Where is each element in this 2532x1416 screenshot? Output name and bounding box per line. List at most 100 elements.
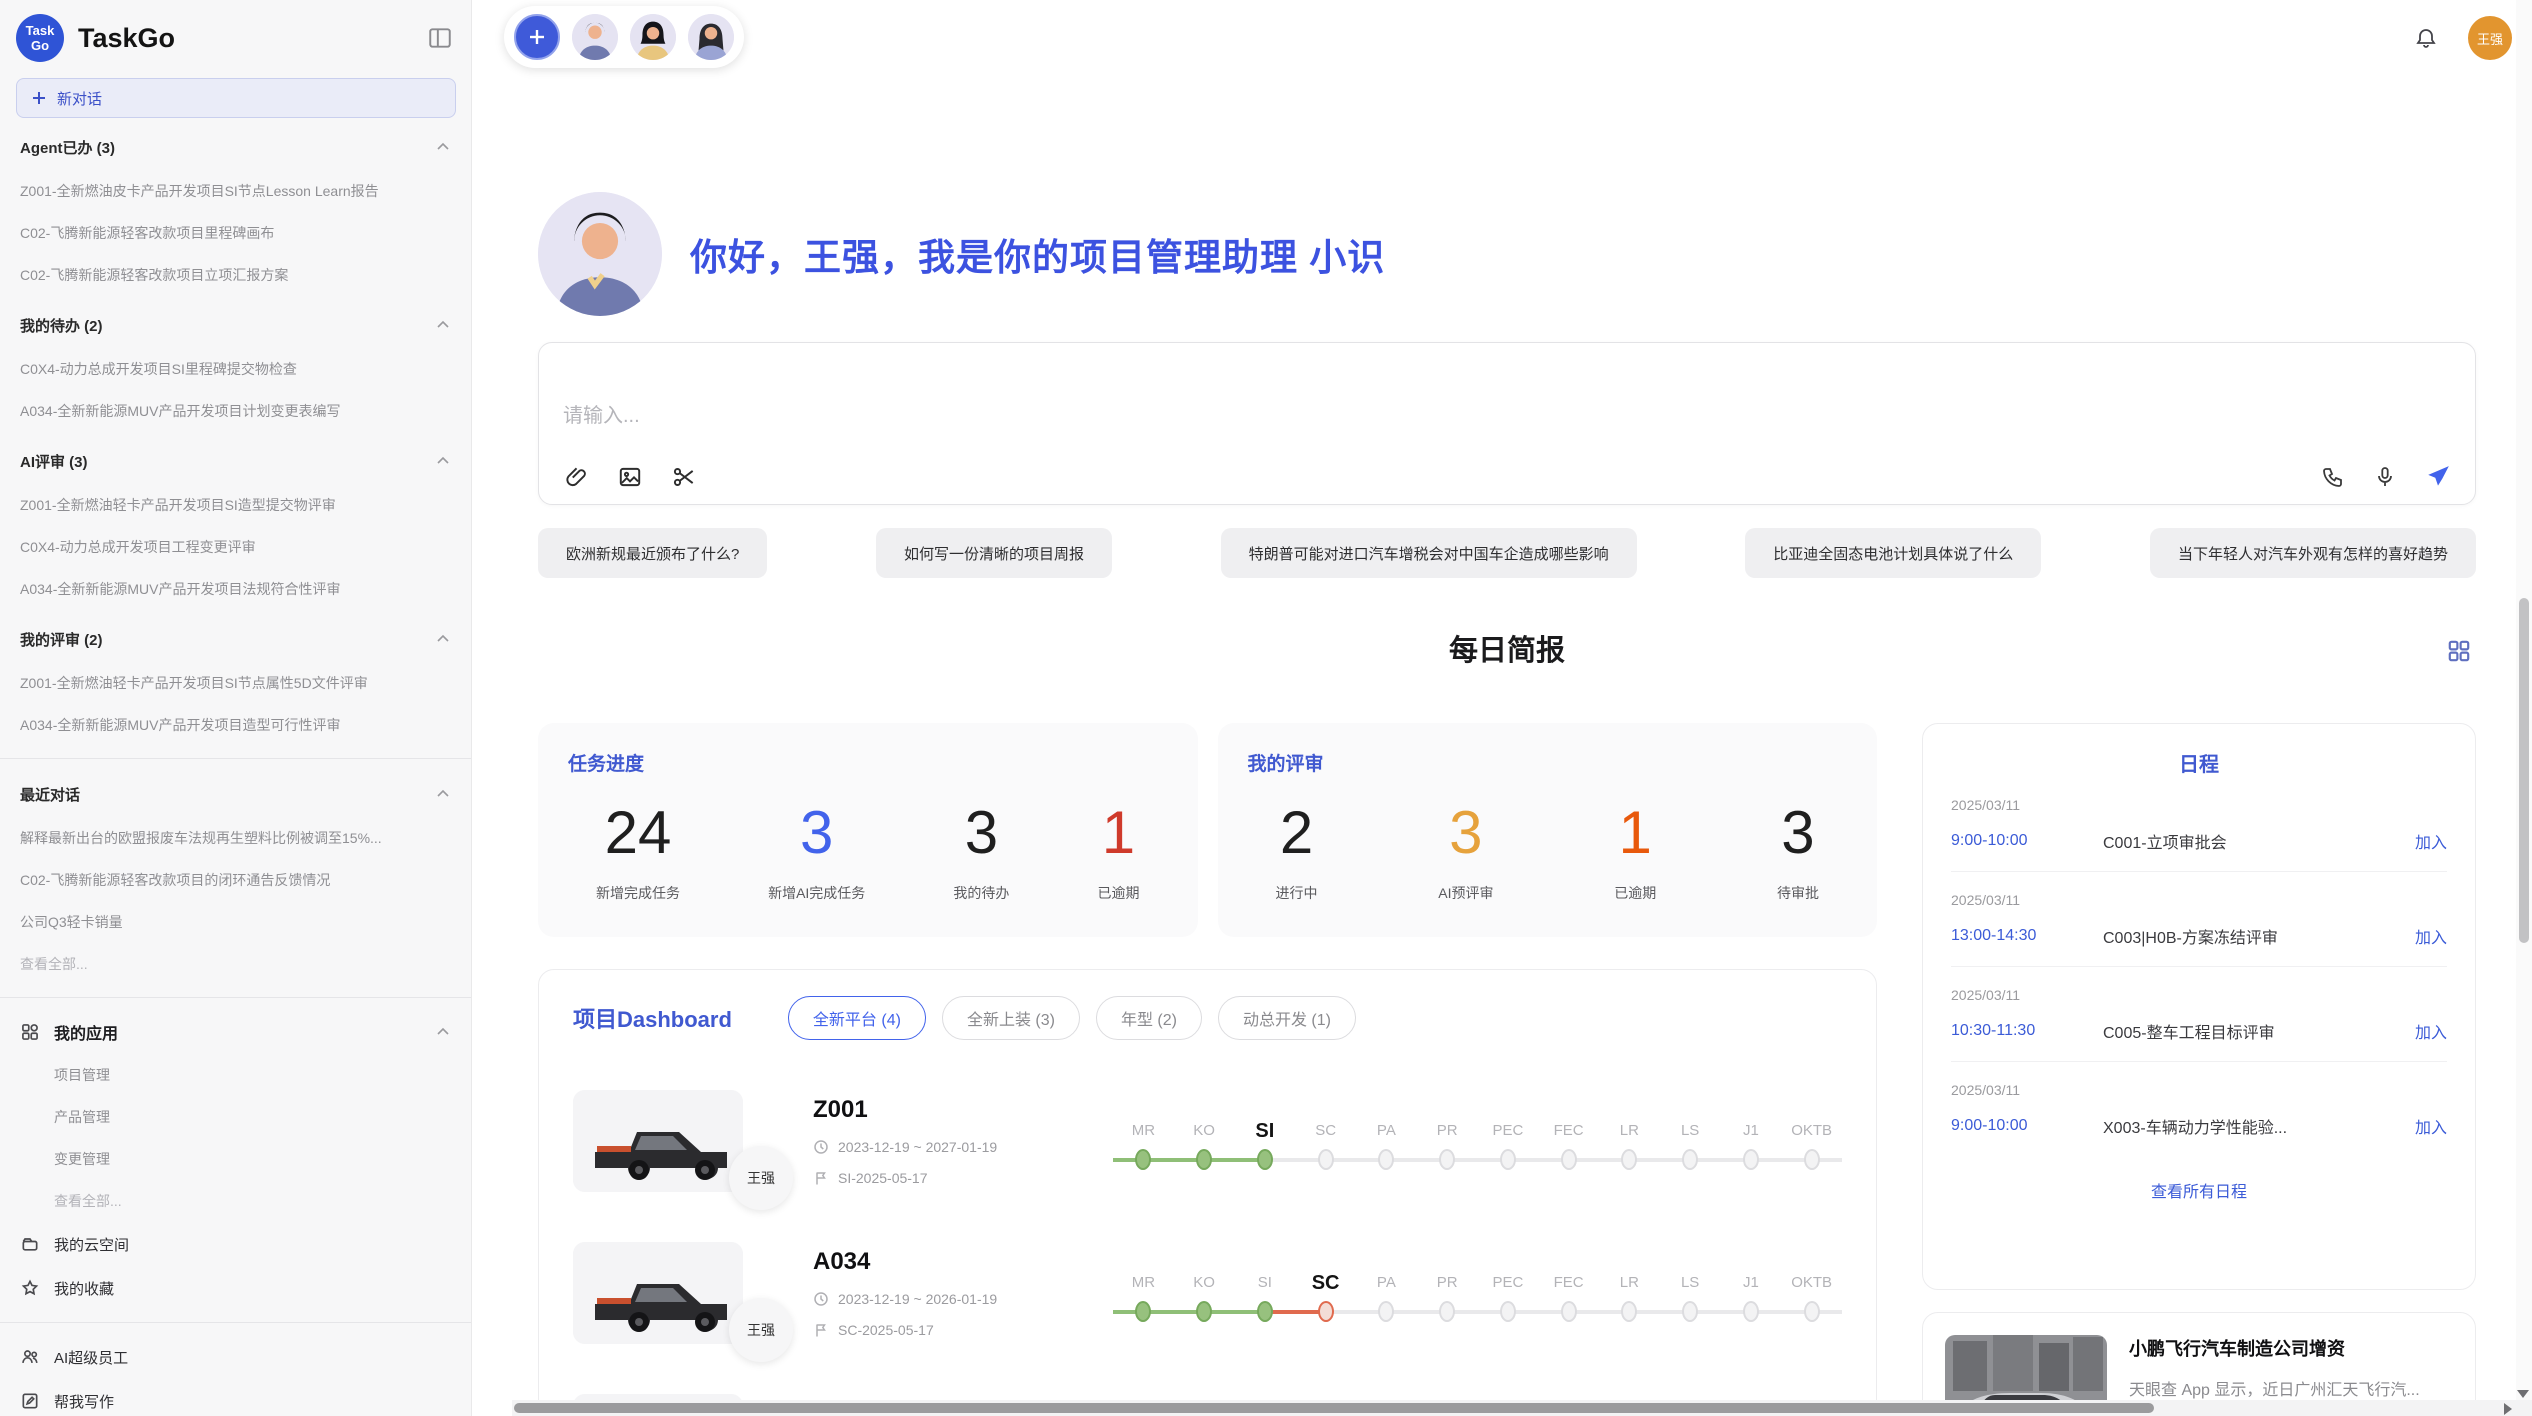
sidebar-item-cloud-space[interactable]: 我的云空间	[0, 1222, 471, 1266]
suggestion-chip[interactable]: 如何写一份清晰的项目周报	[876, 528, 1112, 578]
milestone-dot[interactable]	[1682, 1301, 1698, 1322]
dashboard-tab[interactable]: 动总开发 (1)	[1218, 996, 1356, 1040]
scissors-icon[interactable]	[671, 464, 697, 490]
mic-icon[interactable]	[2373, 465, 2397, 489]
milestone[interactable]: PEC	[1478, 1267, 1539, 1325]
sidebar-section-header[interactable]: 我的评审 (2)	[0, 616, 471, 662]
milestone-dot[interactable]	[1318, 1301, 1334, 1322]
sidebar-item[interactable]: C0X4-动力总成开发项目工程变更评审	[0, 526, 471, 568]
sidebar-item[interactable]: A034-全新新能源MUV产品开发项目计划变更表编写	[0, 390, 471, 432]
sidebar-item-my-apps[interactable]: 我的应用	[0, 1010, 471, 1054]
milestone-dot[interactable]	[1439, 1301, 1455, 1322]
milestone[interactable]: PA	[1356, 1267, 1417, 1325]
milestone[interactable]: KO	[1174, 1267, 1235, 1325]
schedule-entry[interactable]: 2025/03/1113:00-14:30C003|H0B-方案冻结评审加入	[1951, 872, 2447, 967]
milestone[interactable]: OKTB	[1781, 1267, 1842, 1325]
dashboard-tab[interactable]: 全新上装 (3)	[942, 996, 1080, 1040]
chevron-up-icon[interactable]	[435, 631, 451, 647]
schedule-join-link[interactable]: 加入	[2415, 1019, 2447, 1043]
sidebar-item[interactable]: Z001-全新燃油轻卡产品开发项目SI节点属性5D文件评审	[0, 662, 471, 704]
schedule-entry[interactable]: 2025/03/119:00-10:00X003-车辆动力学性能验...加入	[1951, 1062, 2447, 1156]
milestone-dot[interactable]	[1561, 1301, 1577, 1322]
sidebar-item[interactable]: Z001-全新燃油轻卡产品开发项目SI造型提交物评审	[0, 484, 471, 526]
milestone-dot[interactable]	[1378, 1301, 1394, 1322]
milestone[interactable]: J1	[1721, 1267, 1782, 1325]
project-row[interactable]: 王强 A034 2023-12-19 ~ 2026-01-19 SC-2025-…	[573, 1242, 1842, 1344]
milestone[interactable]: LR	[1599, 1115, 1660, 1173]
milestone[interactable]: SC	[1295, 1267, 1356, 1325]
chevron-up-icon[interactable]	[435, 317, 451, 333]
milestone[interactable]: MR	[1113, 1115, 1174, 1173]
view-all-schedule-link[interactable]: 查看所有日程	[1951, 1178, 2447, 1202]
scroll-right-arrow-icon[interactable]	[2504, 1403, 2512, 1415]
milestone[interactable]: OKTB	[1781, 1115, 1842, 1173]
sidebar-section-header[interactable]: 我的待办 (2)	[0, 302, 471, 348]
chevron-up-icon[interactable]	[435, 786, 451, 802]
horizontal-scrollbar[interactable]	[512, 1400, 2516, 1416]
horizontal-scrollbar-thumb[interactable]	[514, 1403, 2154, 1413]
stat-item[interactable]: 3待审批	[1777, 798, 1819, 903]
milestone-dot[interactable]	[1135, 1301, 1151, 1322]
my-apps-view-all[interactable]: 查看全部...	[0, 1180, 471, 1222]
milestone-dot[interactable]	[1500, 1149, 1516, 1170]
milestone[interactable]: PEC	[1478, 1115, 1539, 1173]
milestone-dot[interactable]	[1257, 1301, 1273, 1322]
milestone[interactable]: LS	[1660, 1267, 1721, 1325]
phone-icon[interactable]	[2321, 465, 2345, 489]
sidebar-item[interactable]: A034-全新新能源MUV产品开发项目造型可行性评审	[0, 704, 471, 746]
milestone-dot[interactable]	[1561, 1149, 1577, 1170]
suggestion-chip[interactable]: 比亚迪全固态电池计划具体说了什么	[1745, 528, 2041, 578]
milestone-dot[interactable]	[1378, 1149, 1394, 1170]
sidebar-item-help-write[interactable]: 帮我写作	[0, 1379, 471, 1416]
milestone-dot[interactable]	[1500, 1301, 1516, 1322]
milestone-dot[interactable]	[1743, 1301, 1759, 1322]
milestone[interactable]: MR	[1113, 1267, 1174, 1325]
milestone-dot[interactable]	[1439, 1149, 1455, 1170]
milestone-dot[interactable]	[1682, 1149, 1698, 1170]
agent-avatar[interactable]	[572, 14, 618, 60]
agent-avatar[interactable]	[630, 14, 676, 60]
bell-icon[interactable]	[2414, 26, 2438, 50]
milestone-dot[interactable]	[1135, 1149, 1151, 1170]
project-owner-avatar[interactable]: 王强	[729, 1298, 793, 1362]
vertical-scrollbar-thumb[interactable]	[2519, 598, 2529, 943]
milestone-dot[interactable]	[1621, 1301, 1637, 1322]
project-row[interactable]: 王强 Z001 2023-12-19 ~ 2027-01-19 SI-2025-…	[573, 1090, 1842, 1192]
dashboard-tab[interactable]: 年型 (2)	[1096, 996, 1202, 1040]
suggestion-chip[interactable]: 当下年轻人对汽车外观有怎样的喜好趋势	[2150, 528, 2476, 578]
agent-avatar[interactable]	[688, 14, 734, 60]
recent-chats-view-all[interactable]: 查看全部...	[0, 943, 471, 985]
recent-chat-item[interactable]: 公司Q3轻卡销量	[0, 901, 471, 943]
sidebar-item[interactable]: C0X4-动力总成开发项目SI里程碑提交物检查	[0, 348, 471, 390]
add-agent-button[interactable]	[514, 14, 560, 60]
my-apps-item[interactable]: 变更管理	[0, 1138, 471, 1180]
schedule-entry[interactable]: 2025/03/1110:30-11:30C005-整车工程目标评审加入	[1951, 967, 2447, 1062]
milestone[interactable]: LR	[1599, 1267, 1660, 1325]
milestone[interactable]: FEC	[1538, 1115, 1599, 1173]
milestone[interactable]: LS	[1660, 1115, 1721, 1173]
project-owner-avatar[interactable]: 王强	[729, 1146, 793, 1210]
recent-chats-header[interactable]: 最近对话	[0, 771, 471, 817]
sidebar-item[interactable]: C02-飞腾新能源轻客改款项目立项汇报方案	[0, 254, 471, 296]
schedule-join-link[interactable]: 加入	[2415, 924, 2447, 948]
chevron-up-icon[interactable]	[435, 453, 451, 469]
milestone-dot[interactable]	[1804, 1149, 1820, 1170]
new-chat-button[interactable]: 新对话	[16, 78, 456, 118]
milestone[interactable]: SI	[1235, 1115, 1296, 1173]
milestone[interactable]: SI	[1235, 1267, 1296, 1325]
user-avatar[interactable]: 王强	[2468, 16, 2512, 60]
my-apps-item[interactable]: 项目管理	[0, 1054, 471, 1096]
milestone-dot[interactable]	[1196, 1301, 1212, 1322]
milestone-dot[interactable]	[1318, 1149, 1334, 1170]
sidebar-item[interactable]: Z001-全新燃油皮卡产品开发项目SI节点Lesson Learn报告	[0, 170, 471, 212]
recent-chat-item[interactable]: C02-飞腾新能源轻客改款项目的闭环通告反馈情况	[0, 859, 471, 901]
stat-item[interactable]: 24新增完成任务	[596, 798, 680, 903]
milestone[interactable]: PR	[1417, 1267, 1478, 1325]
stat-item[interactable]: 3AI预评审	[1438, 798, 1493, 903]
schedule-join-link[interactable]: 加入	[2415, 1114, 2447, 1138]
briefing-layout-button[interactable]	[2446, 638, 2472, 669]
stat-item[interactable]: 1已逾期	[1097, 798, 1139, 903]
paperclip-icon[interactable]	[563, 464, 589, 490]
dashboard-tab[interactable]: 全新平台 (4)	[788, 996, 926, 1040]
milestone-dot[interactable]	[1621, 1149, 1637, 1170]
